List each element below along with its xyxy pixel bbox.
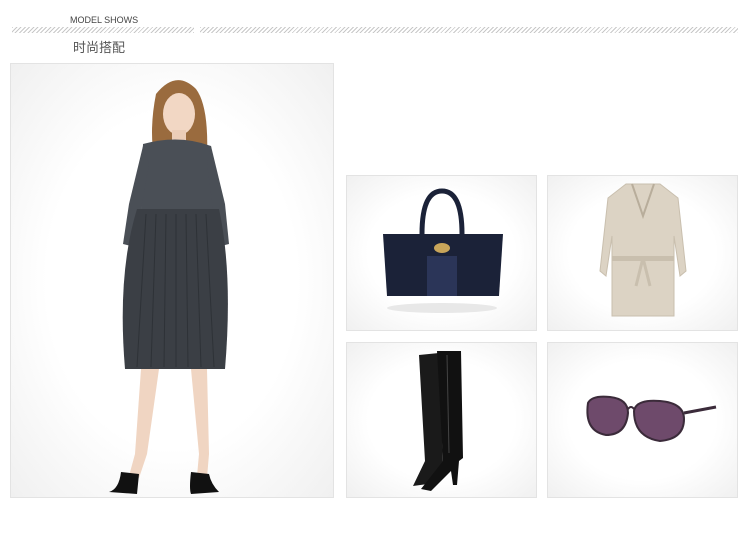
boots-card[interactable] — [346, 342, 537, 498]
trench-coat-card[interactable] — [547, 175, 738, 331]
handbag-card[interactable] — [346, 175, 537, 331]
boots-image — [413, 351, 463, 491]
model-card[interactable] — [10, 63, 334, 498]
sunglasses-image — [586, 395, 717, 443]
header-stripe-right — [200, 27, 738, 33]
sunglasses-card[interactable] — [547, 342, 738, 498]
model-image — [109, 80, 229, 494]
section-title-cn: 时尚搭配 — [73, 41, 126, 56]
section-title-en: MODEL SHOWS — [70, 15, 139, 25]
header-stripe-left — [12, 27, 194, 33]
trench-coat-image — [599, 183, 687, 317]
handbag-image — [383, 188, 503, 313]
